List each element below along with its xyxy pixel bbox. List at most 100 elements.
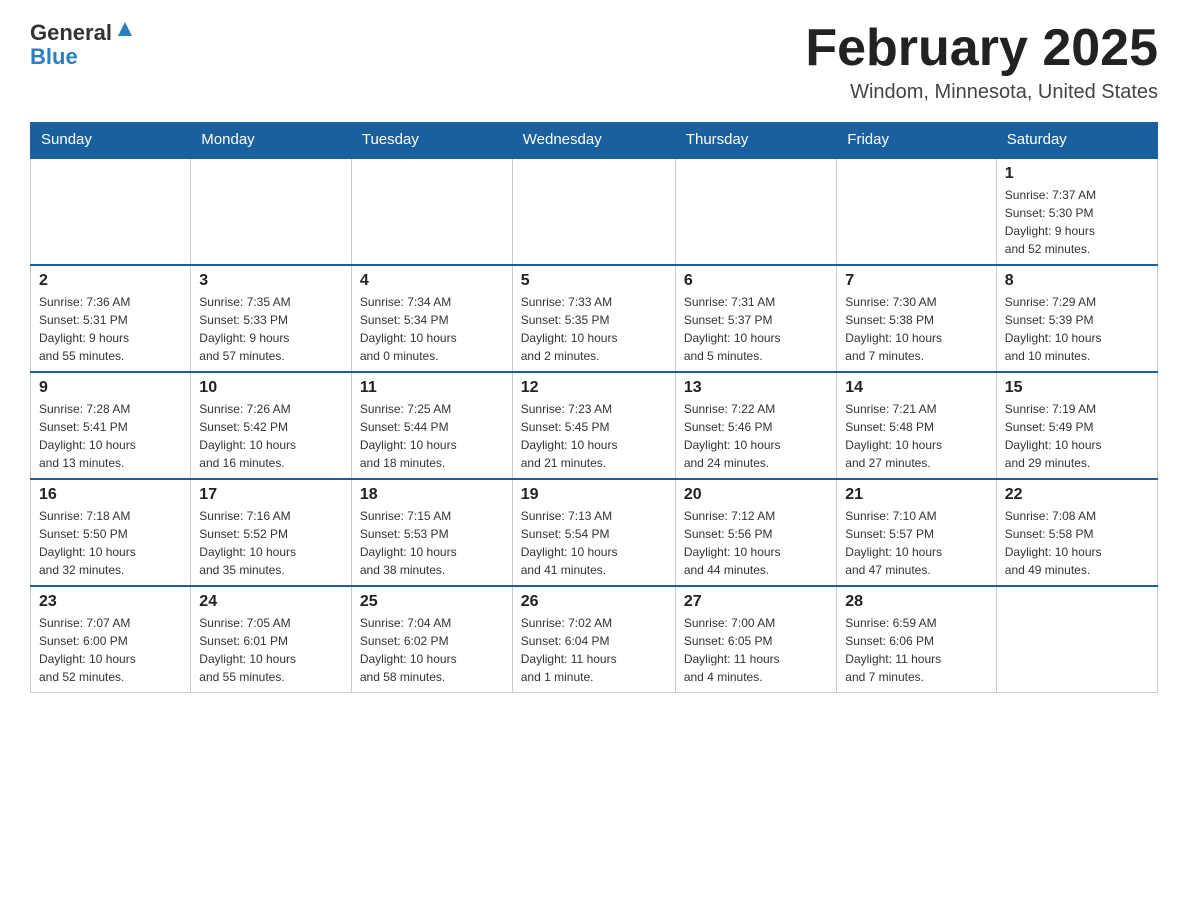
day-info: Sunrise: 7:04 AMSunset: 6:02 PMDaylight:… xyxy=(360,614,504,686)
calendar-header-row: SundayMondayTuesdayWednesdayThursdayFrid… xyxy=(31,123,1158,158)
calendar-cell: 4 Sunrise: 7:34 AMSunset: 5:34 PMDaylight… xyxy=(351,265,512,372)
day-number: 10 xyxy=(199,379,343,397)
day-info: Sunrise: 7:07 AMSunset: 6:00 PMDaylight:… xyxy=(39,614,182,686)
calendar-cell xyxy=(996,586,1157,693)
calendar-week-row: 2 Sunrise: 7:36 AMSunset: 5:31 PMDaylight… xyxy=(31,265,1158,372)
calendar-cell xyxy=(31,158,191,266)
day-number: 13 xyxy=(684,379,828,397)
calendar-cell xyxy=(351,158,512,266)
calendar-cell: 8Sunrise: 7:29 AMSunset: 5:39 PMDaylight… xyxy=(996,265,1157,372)
calendar-cell: 1 Sunrise: 7:37 AMSunset: 5:30 PMDaylight… xyxy=(996,158,1157,266)
day-number: 14 xyxy=(845,379,987,397)
day-info: Sunrise: 7:12 AMSunset: 5:56 PMDaylight:… xyxy=(684,507,828,579)
calendar-header-thursday: Thursday xyxy=(675,123,836,158)
day-number: 25 xyxy=(360,593,504,611)
calendar-cell: 18 Sunrise: 7:15 AMSunset: 5:53 PMDayligh… xyxy=(351,479,512,586)
day-number: 11 xyxy=(360,379,504,397)
page-header: General Blue February 2025 Windom, Minne… xyxy=(30,20,1158,104)
day-number: 26 xyxy=(521,593,667,611)
day-number: 19 xyxy=(521,486,667,504)
day-info: Sunrise: 7:15 AMSunset: 5:53 PMDaylight:… xyxy=(360,507,504,579)
calendar-cell: 16 Sunrise: 7:18 AMSunset: 5:50 PMDayligh… xyxy=(31,479,191,586)
day-info: Sunrise: 7:22 AMSunset: 5:46 PMDaylight:… xyxy=(684,400,828,472)
day-info: Sunrise: 7:18 AMSunset: 5:50 PMDaylight:… xyxy=(39,507,182,579)
day-number: 18 xyxy=(360,486,504,504)
calendar-cell: 27 Sunrise: 7:00 AMSunset: 6:05 PMDayligh… xyxy=(675,586,836,693)
logo-text-blue: Blue xyxy=(30,46,78,68)
calendar-cell: 9 Sunrise: 7:28 AMSunset: 5:41 PMDaylight… xyxy=(31,372,191,479)
day-number: 15 xyxy=(1005,379,1149,397)
calendar-cell: 5Sunrise: 7:33 AMSunset: 5:35 PMDaylight… xyxy=(512,265,675,372)
day-number: 24 xyxy=(199,593,343,611)
day-number: 2 xyxy=(39,272,182,290)
calendar-week-row: 23 Sunrise: 7:07 AMSunset: 6:00 PMDayligh… xyxy=(31,586,1158,693)
day-info: Sunrise: 7:36 AMSunset: 5:31 PMDaylight:… xyxy=(39,293,182,365)
day-number: 4 xyxy=(360,272,504,290)
day-info: Sunrise: 7:08 AMSunset: 5:58 PMDaylight:… xyxy=(1005,507,1149,579)
calendar-cell: 7Sunrise: 7:30 AMSunset: 5:38 PMDaylight… xyxy=(837,265,996,372)
calendar-header-wednesday: Wednesday xyxy=(512,123,675,158)
day-info: Sunrise: 7:19 AMSunset: 5:49 PMDaylight:… xyxy=(1005,400,1149,472)
day-info: Sunrise: 7:16 AMSunset: 5:52 PMDaylight:… xyxy=(199,507,343,579)
day-info: Sunrise: 7:25 AMSunset: 5:44 PMDaylight:… xyxy=(360,400,504,472)
day-number: 22 xyxy=(1005,486,1149,504)
location-title: Windom, Minnesota, United States xyxy=(805,81,1158,104)
day-info: Sunrise: 7:29 AMSunset: 5:39 PMDaylight:… xyxy=(1005,293,1149,365)
calendar-week-row: 16 Sunrise: 7:18 AMSunset: 5:50 PMDayligh… xyxy=(31,479,1158,586)
month-title: February 2025 xyxy=(805,20,1158,77)
calendar-week-row: 9 Sunrise: 7:28 AMSunset: 5:41 PMDaylight… xyxy=(31,372,1158,479)
calendar-cell: 17Sunrise: 7:16 AMSunset: 5:52 PMDayligh… xyxy=(191,479,352,586)
day-info: Sunrise: 7:35 AMSunset: 5:33 PMDaylight:… xyxy=(199,293,343,365)
calendar-table: SundayMondayTuesdayWednesdayThursdayFrid… xyxy=(30,122,1158,693)
day-info: Sunrise: 7:26 AMSunset: 5:42 PMDaylight:… xyxy=(199,400,343,472)
day-info: Sunrise: 7:33 AMSunset: 5:35 PMDaylight:… xyxy=(521,293,667,365)
calendar-cell: 2 Sunrise: 7:36 AMSunset: 5:31 PMDaylight… xyxy=(31,265,191,372)
day-info: Sunrise: 7:28 AMSunset: 5:41 PMDaylight:… xyxy=(39,400,182,472)
day-number: 7 xyxy=(845,272,987,290)
day-number: 12 xyxy=(521,379,667,397)
calendar-cell: 22 Sunrise: 7:08 AMSunset: 5:58 PMDayligh… xyxy=(996,479,1157,586)
day-info: Sunrise: 7:10 AMSunset: 5:57 PMDaylight:… xyxy=(845,507,987,579)
day-info: Sunrise: 7:05 AMSunset: 6:01 PMDaylight:… xyxy=(199,614,343,686)
day-number: 23 xyxy=(39,593,182,611)
day-number: 16 xyxy=(39,486,182,504)
calendar-cell: 12 Sunrise: 7:23 AMSunset: 5:45 PMDayligh… xyxy=(512,372,675,479)
calendar-header-saturday: Saturday xyxy=(996,123,1157,158)
day-info: Sunrise: 7:23 AMSunset: 5:45 PMDaylight:… xyxy=(521,400,667,472)
calendar-cell: 15 Sunrise: 7:19 AMSunset: 5:49 PMDayligh… xyxy=(996,372,1157,479)
day-number: 9 xyxy=(39,379,182,397)
day-info: Sunrise: 7:02 AMSunset: 6:04 PMDaylight:… xyxy=(521,614,667,686)
calendar-week-row: 1 Sunrise: 7:37 AMSunset: 5:30 PMDaylight… xyxy=(31,158,1158,266)
day-info: Sunrise: 7:13 AMSunset: 5:54 PMDaylight:… xyxy=(521,507,667,579)
calendar-cell: 25 Sunrise: 7:04 AMSunset: 6:02 PMDayligh… xyxy=(351,586,512,693)
day-number: 28 xyxy=(845,593,987,611)
day-info: Sunrise: 7:34 AMSunset: 5:34 PMDaylight:… xyxy=(360,293,504,365)
logo: General Blue xyxy=(30,20,136,68)
day-number: 27 xyxy=(684,593,828,611)
day-number: 3 xyxy=(199,272,343,290)
calendar-header-friday: Friday xyxy=(837,123,996,158)
logo-icon xyxy=(114,18,136,40)
day-info: Sunrise: 6:59 AMSunset: 6:06 PMDaylight:… xyxy=(845,614,987,686)
day-info: Sunrise: 7:37 AMSunset: 5:30 PMDaylight:… xyxy=(1005,186,1149,258)
calendar-cell xyxy=(512,158,675,266)
calendar-cell xyxy=(837,158,996,266)
calendar-cell xyxy=(191,158,352,266)
calendar-cell: 3 Sunrise: 7:35 AMSunset: 5:33 PMDaylight… xyxy=(191,265,352,372)
day-number: 1 xyxy=(1005,165,1149,183)
calendar-header-tuesday: Tuesday xyxy=(351,123,512,158)
day-number: 6 xyxy=(684,272,828,290)
day-info: Sunrise: 7:00 AMSunset: 6:05 PMDaylight:… xyxy=(684,614,828,686)
day-info: Sunrise: 7:31 AMSunset: 5:37 PMDaylight:… xyxy=(684,293,828,365)
calendar-header-sunday: Sunday xyxy=(31,123,191,158)
calendar-cell: 23 Sunrise: 7:07 AMSunset: 6:00 PMDayligh… xyxy=(31,586,191,693)
calendar-cell: 21Sunrise: 7:10 AMSunset: 5:57 PMDayligh… xyxy=(837,479,996,586)
calendar-cell: 6 Sunrise: 7:31 AMSunset: 5:37 PMDaylight… xyxy=(675,265,836,372)
calendar-cell: 28 Sunrise: 6:59 AMSunset: 6:06 PMDayligh… xyxy=(837,586,996,693)
calendar-cell: 24 Sunrise: 7:05 AMSunset: 6:01 PMDayligh… xyxy=(191,586,352,693)
calendar-cell: 10 Sunrise: 7:26 AMSunset: 5:42 PMDayligh… xyxy=(191,372,352,479)
day-info: Sunrise: 7:21 AMSunset: 5:48 PMDaylight:… xyxy=(845,400,987,472)
calendar-cell: 14 Sunrise: 7:21 AMSunset: 5:48 PMDayligh… xyxy=(837,372,996,479)
calendar-cell xyxy=(675,158,836,266)
calendar-cell: 20Sunrise: 7:12 AMSunset: 5:56 PMDayligh… xyxy=(675,479,836,586)
